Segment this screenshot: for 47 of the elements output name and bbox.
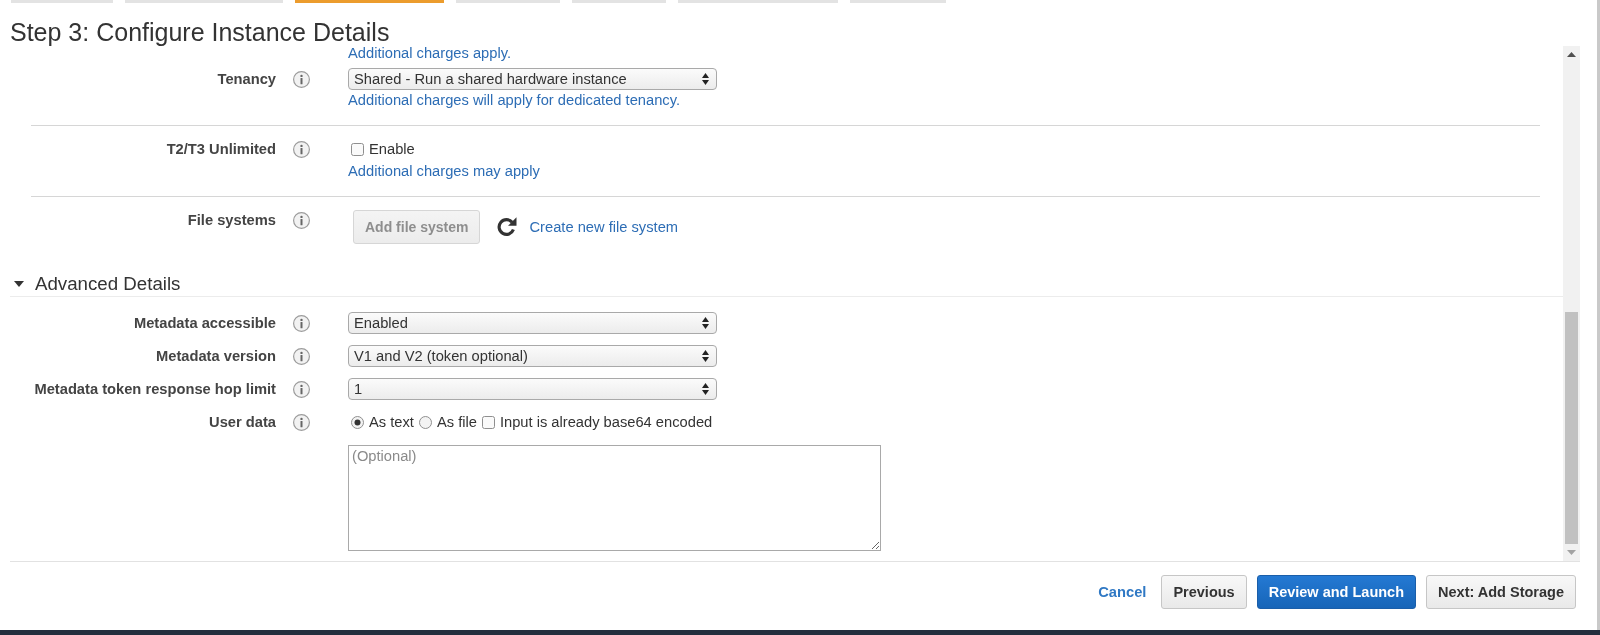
refresh-icon[interactable]	[497, 217, 518, 237]
checkbox-icon[interactable]	[481, 415, 495, 429]
field-label: File systems	[187, 211, 276, 230]
checkbox-option[interactable]: Enable	[351, 139, 415, 159]
info-icon[interactable]	[293, 314, 310, 332]
help-link[interactable]: Additional charges apply.	[348, 46, 512, 60]
select-dropdown[interactable]: V1 and V2 (token optional)	[348, 345, 717, 367]
info-icon[interactable]	[293, 211, 310, 229]
selected-radio-icon[interactable]	[351, 415, 364, 429]
scroll-up-arrow-icon[interactable]	[1567, 52, 1576, 57]
scroll-down-arrow-icon[interactable]	[1567, 550, 1576, 555]
create-link[interactable]: Create new file system	[529, 219, 679, 235]
up-down-caret-icon	[702, 383, 709, 395]
up-down-caret-icon	[702, 73, 709, 85]
info-icon[interactable]	[293, 380, 310, 398]
section-toggle[interactable]: Advanced Details	[10, 272, 181, 296]
select-dropdown[interactable]: Enabled	[348, 312, 717, 334]
field-label: Metadata token response hop limit	[34, 380, 276, 399]
checkbox-icon[interactable]	[351, 142, 364, 156]
info-icon[interactable]	[293, 70, 310, 88]
radio-option[interactable]: As file	[418, 411, 477, 433]
primary-button[interactable]: Review and Launch	[1256, 575, 1417, 609]
cancel-link[interactable]: Cancel	[1098, 584, 1147, 600]
up-down-caret-icon	[702, 350, 709, 362]
select-dropdown[interactable]: 1	[348, 378, 717, 400]
field-label: Metadata version	[156, 347, 276, 366]
up-down-caret-icon	[702, 317, 709, 329]
secondary-button[interactable]: Previous	[1161, 575, 1247, 609]
help-link[interactable]: Additional charges may apply	[348, 163, 540, 179]
help-link[interactable]: Additional charges will apply for dedicated tenancy.	[348, 92, 681, 108]
radio-option[interactable]: As text	[351, 411, 414, 433]
scrollbar[interactable]	[1563, 46, 1580, 561]
field-label: Metadata accessible	[133, 314, 276, 333]
select-dropdown[interactable]: Shared - Run a shared hardware instance	[348, 68, 717, 90]
info-icon[interactable]	[293, 413, 310, 431]
field-label: T2/T3 Unlimited	[166, 140, 276, 159]
info-icon[interactable]	[293, 347, 310, 365]
secondary-button[interactable]: Next: Add Storage	[1426, 575, 1576, 609]
info-icon[interactable]	[293, 140, 310, 158]
field-label: Tenancy	[217, 70, 276, 89]
page-title: Step 3: Configure Instance Details	[9, 17, 390, 46]
scrollbar-thumb[interactable]	[1565, 312, 1578, 544]
field-label: User data	[209, 413, 276, 432]
caret-down-icon	[14, 281, 24, 287]
user-data-textarea[interactable]: (Optional)	[348, 445, 881, 551]
checkbox-option[interactable]: Input is already base64 encoded	[481, 411, 713, 433]
radio-icon[interactable]	[418, 415, 432, 429]
